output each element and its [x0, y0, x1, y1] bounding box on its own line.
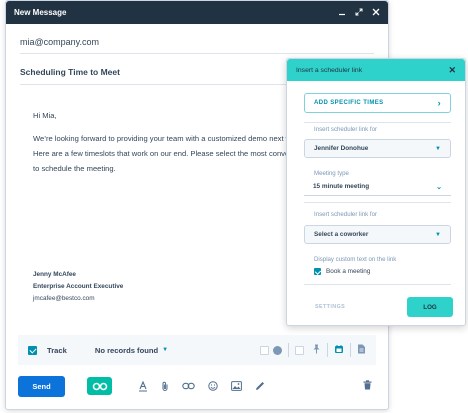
expand-icon[interactable] — [355, 8, 363, 18]
attachment-icon[interactable] — [161, 381, 169, 392]
to-field[interactable]: mia@company.com — [20, 32, 374, 54]
divider — [327, 343, 328, 357]
trash-icon[interactable] — [363, 379, 372, 393]
meetings-link-button[interactable] — [87, 377, 112, 395]
association-checkbox[interactable] — [260, 345, 269, 355]
records-dropdown[interactable]: No records found ▼ — [95, 346, 168, 355]
custom-text-label: Display custom text on the link — [314, 256, 397, 263]
signature-name: Jenny McAfee — [33, 271, 76, 278]
text-format-icon[interactable] — [138, 380, 148, 392]
track-label: Track — [47, 345, 67, 355]
meeting-type-value: 15 minute meeting — [313, 183, 370, 190]
send-button[interactable]: Send — [18, 375, 65, 397]
close-icon[interactable]: ✕ — [448, 65, 456, 76]
task-checkbox[interactable] — [295, 345, 304, 355]
panel-header: Insert a scheduler link ✕ — [287, 59, 465, 81]
custom-text-value: Book a meeting — [326, 268, 371, 275]
chevron-down-icon: ⌄ — [436, 183, 442, 191]
panel-title: Insert a scheduler link — [296, 66, 363, 74]
email-body[interactable]: Hi Mia, We’re looking forward to providi… — [33, 108, 323, 184]
document-icon[interactable] — [357, 344, 366, 356]
link-for-value: Jennifer Donohue — [314, 145, 369, 152]
signature: Jenny McAfee Enterprise Account Executiv… — [33, 269, 123, 305]
signature-pen-icon[interactable] — [255, 381, 265, 391]
scheduler-link-panel: Insert a scheduler link ✕ ADD SPECIFIC T… — [286, 58, 466, 326]
circle-icon[interactable] — [273, 345, 282, 355]
signature-email: jmcafee@bestco.com — [33, 295, 95, 302]
coworker-value: Select a coworker — [314, 231, 369, 238]
calendar-icon[interactable] — [334, 344, 344, 356]
compose-title: New Message — [14, 8, 67, 17]
divider — [350, 343, 351, 357]
window-controls — [338, 8, 380, 18]
chevron-right-icon: › — [437, 98, 441, 108]
divider — [304, 202, 451, 203]
body-paragraph: We’re looking forward to providing your … — [33, 134, 323, 173]
close-icon[interactable] — [372, 8, 380, 18]
divider — [304, 122, 451, 123]
infinity-link-icon — [92, 382, 107, 390]
compose-actions: Send — [18, 373, 376, 399]
emoji-icon[interactable] — [208, 381, 218, 391]
caret-down-icon: ▼ — [435, 231, 441, 238]
add-specific-times-button[interactable]: ADD SPECIFIC TIMES › — [304, 93, 451, 113]
settings-link[interactable]: SETTINGS — [315, 304, 345, 310]
image-icon[interactable] — [231, 381, 242, 391]
track-checkbox[interactable] — [28, 345, 37, 355]
add-times-label: ADD SPECIFIC TIMES — [314, 100, 384, 106]
signature-role: Enterprise Account Executive — [33, 283, 124, 290]
divider — [288, 343, 289, 357]
custom-text-checkbox[interactable] — [314, 268, 321, 275]
tracking-toolbar: Track No records found ▼ — [18, 335, 376, 365]
caret-down-icon: ▼ — [162, 347, 169, 353]
meeting-type-select[interactable]: 15 minute meeting ⌄ — [304, 178, 451, 196]
link-for-label-2: Insert scheduler link for — [314, 211, 377, 218]
meeting-type-label: Meeting type — [314, 170, 349, 177]
log-button[interactable]: LOG — [407, 297, 453, 317]
caret-down-icon: ▼ — [435, 145, 441, 152]
compose-header: New Message — [6, 1, 388, 24]
link-icon[interactable] — [182, 382, 195, 390]
link-for-select[interactable]: Jennifer Donohue ▼ — [304, 139, 451, 158]
divider — [304, 284, 451, 285]
link-for-label: Insert scheduler link for — [314, 126, 377, 133]
greeting-text: Hi Mia, — [33, 111, 57, 120]
minimize-icon[interactable] — [338, 8, 346, 18]
coworker-select[interactable]: Select a coworker ▼ — [304, 225, 451, 244]
pin-icon[interactable] — [312, 344, 321, 356]
records-label: No records found — [94, 345, 159, 355]
custom-text-option[interactable]: Book a meeting — [314, 268, 370, 275]
